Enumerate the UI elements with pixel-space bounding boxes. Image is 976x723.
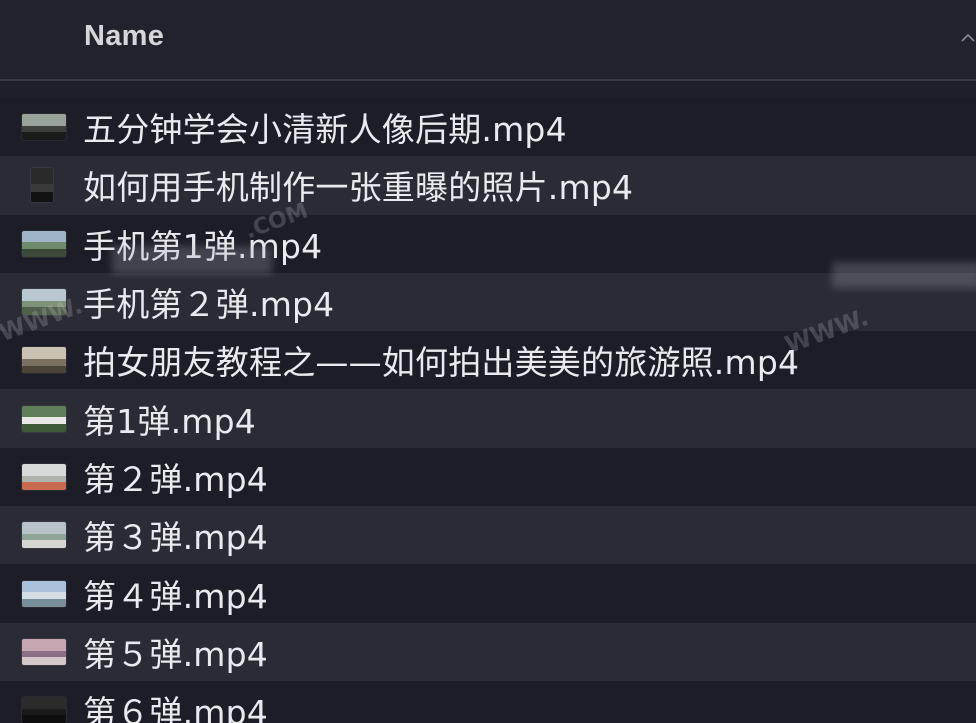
- file-name: 第３弹.mp4: [83, 518, 268, 558]
- video-thumbnail-icon: [22, 289, 66, 316]
- file-row[interactable]: 第４弹.mp4: [0, 564, 976, 623]
- file-name: 五分钟学会小清新人像后期.mp4: [83, 110, 567, 150]
- file-row[interactable]: 第２弹.mp4: [0, 447, 976, 507]
- file-name: 第２弹.mp4: [83, 459, 268, 499]
- file-name: 第1弹.mp4: [83, 401, 256, 441]
- file-list: 五分钟学会小清新人像后期.mp4 如何用手机制作一张重曝的照片.mp4 手机第1弹.…: [0, 98, 976, 723]
- file-name: 如何用手机制作一张重曝的照片.mp4: [83, 168, 634, 208]
- name-column-header[interactable]: Name: [84, 20, 164, 53]
- file-name: 第４弹.mp4: [83, 576, 268, 616]
- file-row[interactable]: 第６弹.mp4: [0, 680, 976, 723]
- file-row[interactable]: 五分钟学会小清新人像后期.mp4: [0, 98, 976, 157]
- list-header: Name: [0, 0, 976, 81]
- file-row[interactable]: 手机第1弹.mp4: [0, 214, 976, 273]
- video-thumbnail-icon: [22, 114, 66, 141]
- video-thumbnail-icon: [22, 347, 66, 374]
- video-thumbnail-icon: [22, 522, 66, 549]
- finder-window: Name 五分钟学会小清新人像后期.mp4 如何用手机制作一张重曝的照片.mp4 手…: [0, 0, 976, 723]
- file-name: 手机第1弹.mp4: [83, 226, 323, 266]
- file-row[interactable]: 第1弹.mp4: [0, 389, 976, 448]
- file-row[interactable]: 第３弹.mp4: [0, 506, 976, 565]
- video-thumbnail-icon: [22, 405, 66, 432]
- file-row[interactable]: 手机第２弹.mp4: [0, 272, 976, 332]
- file-row[interactable]: 第５弹.mp4: [0, 622, 976, 681]
- video-thumbnail-icon: [22, 463, 66, 490]
- video-thumbnail-icon: [22, 697, 66, 723]
- video-thumbnail-icon: [22, 638, 66, 665]
- file-name: 第６弹.mp4: [83, 693, 268, 723]
- file-name: 手机第２弹.mp4: [83, 285, 335, 325]
- video-thumbnail-icon: [22, 580, 66, 607]
- file-name: 第５弹.mp4: [83, 634, 268, 674]
- file-row[interactable]: 拍女朋友教程之——如何拍出美美的旅游照.mp4: [0, 331, 976, 390]
- chevron-up-icon[interactable]: [960, 30, 976, 46]
- video-thumbnail-icon: [31, 168, 53, 203]
- file-name: 拍女朋友教程之——如何拍出美美的旅游照.mp4: [83, 343, 800, 383]
- file-row[interactable]: 如何用手机制作一张重曝的照片.mp4: [0, 156, 976, 215]
- video-thumbnail-icon: [22, 230, 66, 257]
